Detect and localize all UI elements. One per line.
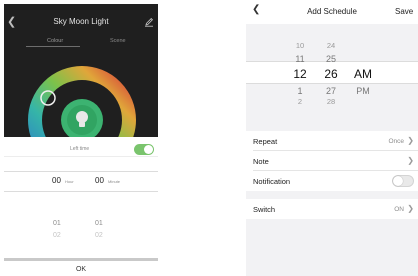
hour-option[interactable]: 11 [290,54,310,64]
minute-value[interactable]: 00 [95,176,104,185]
minute-option[interactable]: 24 [321,41,341,50]
chevron-right-icon: ❯ [407,136,414,145]
minute-option[interactable]: 27 [321,86,341,96]
colour-wheel[interactable] [23,61,141,137]
header-bar: ❮ Add Schedule Save [246,0,418,24]
ok-button[interactable]: OK [4,266,158,272]
notification-label: Notification [253,177,291,186]
switch-row[interactable]: Switch ON ❯ [246,199,418,219]
hour-unit-label: Hour [65,179,74,184]
hour-option[interactable]: 1 [290,86,310,96]
repeat-label: Repeat [253,137,278,146]
hour-option[interactable]: 02 [53,232,61,239]
note-label: Note [253,157,269,166]
page-title: Add Schedule [307,7,357,16]
minute-selected[interactable]: 26 [321,67,341,81]
light-control-panel: ❮ Sky Moon Light Colour Scene Left time … [4,4,158,272]
minute-option[interactable]: 25 [321,54,341,64]
add-schedule-screen: ❮ Add Schedule Save 10 11 12 1 2 24 25 2… [246,0,418,276]
chevron-right-icon: ❯ [407,204,414,213]
picker-bottom-bar [4,258,158,261]
switch-label: Switch [253,205,276,214]
left-time-row: Left time [4,141,158,157]
save-button[interactable]: Save [395,7,413,16]
hour-option[interactable]: 10 [290,41,310,50]
left-time-toggle[interactable] [134,144,154,155]
notification-row: Notification [246,171,418,191]
repeat-row[interactable]: Repeat Once ❯ [246,131,418,151]
time-picker[interactable]: 10 11 12 1 2 24 25 26 27 28 AM PM [246,26,418,123]
active-tab-underline [26,46,80,47]
switch-value: ON [394,206,404,213]
chevron-right-icon: ❯ [407,156,414,165]
picker-line-top [4,171,158,172]
minute-option[interactable]: 02 [95,232,103,239]
hour-value[interactable]: 00 [52,176,61,185]
minute-option[interactable]: 01 [95,220,103,227]
repeat-value: Once [388,138,404,145]
tab-colour[interactable]: Colour [47,38,63,44]
note-row[interactable]: Note ❯ [246,151,418,171]
hour-selected[interactable]: 12 [290,67,310,81]
colour-control-area: ❮ Sky Moon Light Colour Scene [4,4,158,137]
tab-scene[interactable]: Scene [110,38,126,44]
picker-line-bottom [4,191,158,192]
minute-option[interactable]: 28 [321,97,341,106]
ampm-option[interactable]: PM [350,86,376,96]
hour-option[interactable]: 01 [53,220,61,227]
hour-option[interactable]: 2 [290,97,310,106]
ampm-selected[interactable]: AM [350,67,376,81]
minute-unit-label: Minute [108,179,121,184]
edit-pencil-icon[interactable] [144,17,154,27]
device-title: Sky Moon Light [53,17,109,26]
notification-toggle[interactable] [392,175,414,187]
left-time-label: Left time [70,146,90,152]
